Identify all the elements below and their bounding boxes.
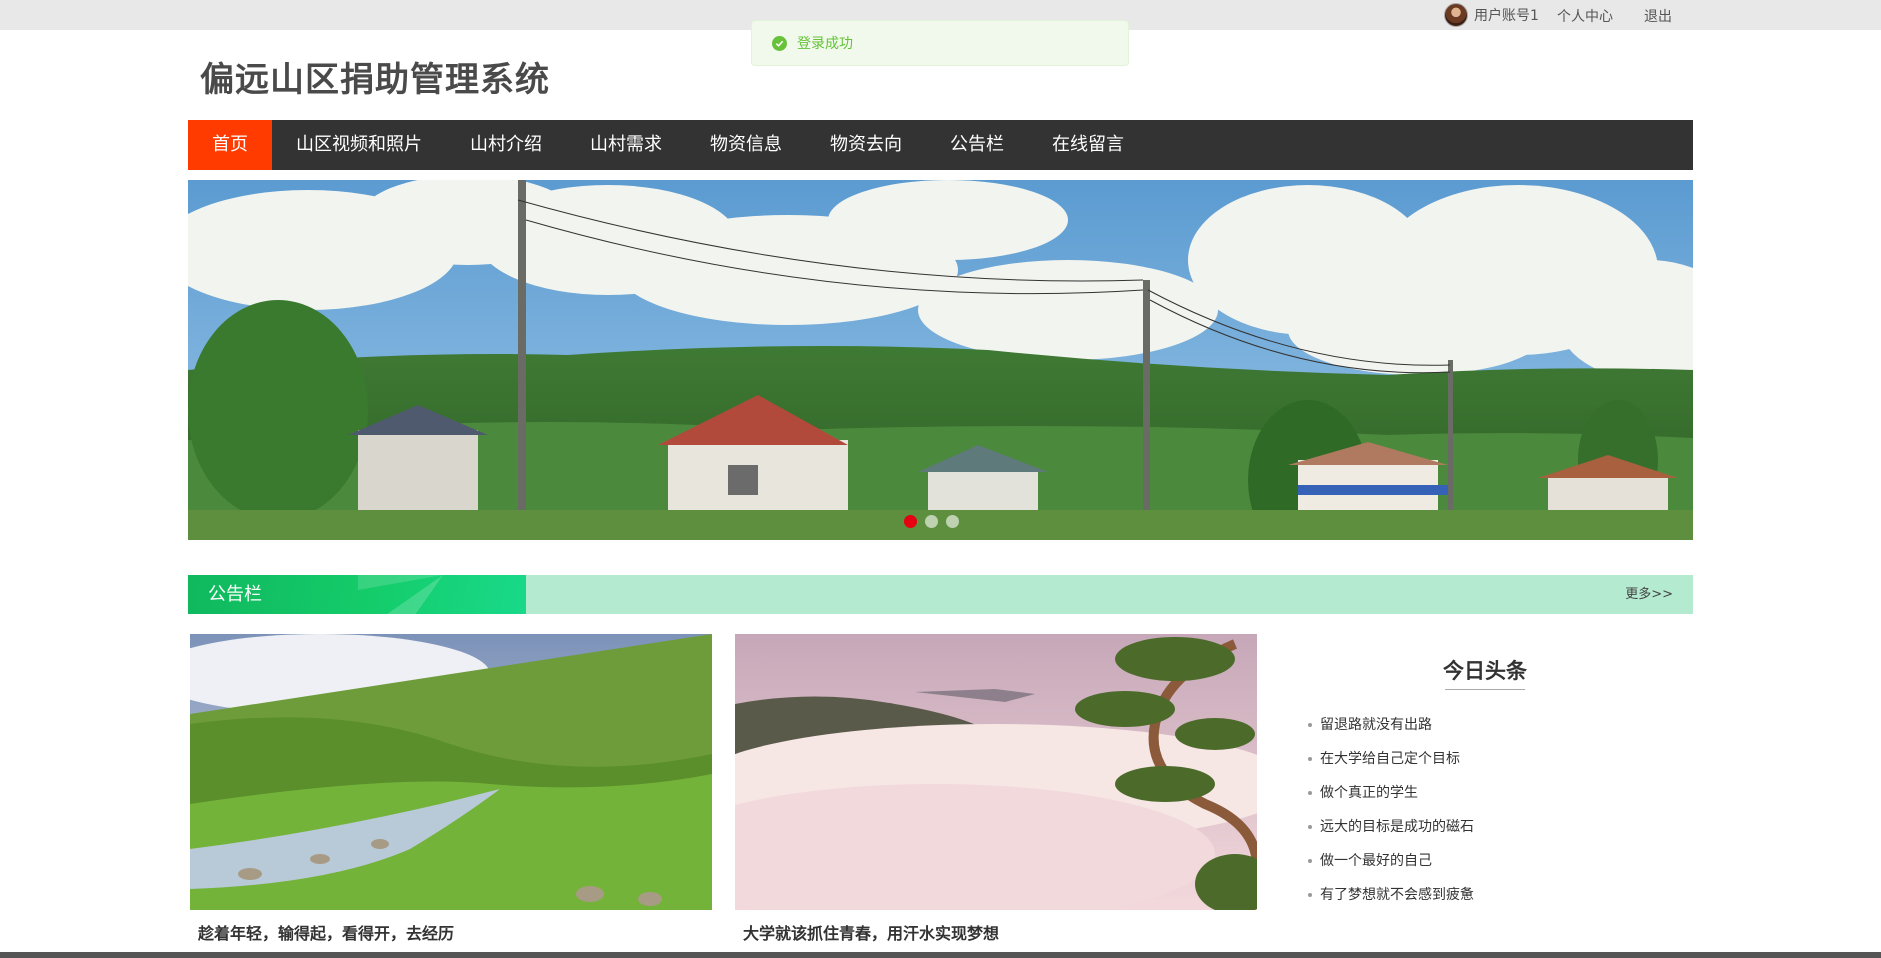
banner-village-image [188, 180, 1693, 540]
site-title: 偏远山区捐助管理系统 [200, 60, 550, 100]
nav-item-videos-photos[interactable]: 山区视频和照片 [272, 120, 446, 170]
headlines-panel: 今日头条 留退路就没有出路 在大学给自己定个目标 做个真正的学生 远大的目标是成… [1300, 655, 1680, 912]
check-circle-icon [772, 35, 787, 51]
notice-section-header: 公告栏 更多>> [188, 575, 1693, 614]
notice-head: 公告栏 [188, 575, 526, 614]
carousel-dot-2[interactable] [925, 515, 938, 528]
card-image-pine-clouds [735, 634, 1257, 910]
headline-item[interactable]: 远大的目标是成功的磁石 [1300, 810, 1680, 844]
nav-item-village-intro[interactable]: 山村介绍 [446, 120, 566, 170]
nav-item-supplies[interactable]: 物资信息 [686, 120, 806, 170]
nav-item-home[interactable]: 首页 [188, 120, 272, 170]
carousel-dot-3[interactable] [946, 515, 959, 528]
headline-item[interactable]: 留退路就没有出路 [1300, 708, 1680, 742]
bottom-strip [0, 952, 1881, 958]
news-card[interactable]: 大学就该抓住青春，用汗水实现梦想 [735, 634, 1257, 944]
decorative-rays [358, 575, 526, 614]
carousel-dot-1[interactable] [904, 515, 917, 528]
headlines-title: 今日头条 [1300, 655, 1670, 690]
headline-item[interactable]: 在大学给自己定个目标 [1300, 742, 1680, 776]
profile-link[interactable]: 个人中心 [1557, 6, 1613, 26]
main-nav: 首页 山区视频和照片 山村介绍 山村需求 物资信息 物资去向 公告栏 在线留言 [188, 120, 1693, 170]
avatar [1444, 3, 1468, 27]
headline-item[interactable]: 做一个最好的自己 [1300, 844, 1680, 878]
logout-link[interactable]: 退出 [1644, 6, 1672, 26]
banner-carousel[interactable] [188, 180, 1693, 540]
more-link[interactable]: 更多>> [1625, 575, 1673, 614]
card-image-valley-stream [190, 634, 712, 910]
card-caption[interactable]: 趁着年轻，输得起，看得开，去经历 [190, 920, 712, 944]
nav-item-supply-destination[interactable]: 物资去向 [806, 120, 926, 170]
card-caption[interactable]: 大学就该抓住青春，用汗水实现梦想 [735, 920, 1257, 944]
user-info[interactable]: 用户账号1 [1444, 3, 1539, 27]
headline-item[interactable]: 有了梦想就不会感到疲惫 [1300, 878, 1680, 912]
news-card[interactable]: 趁着年轻，输得起，看得开，去经历 [190, 634, 712, 944]
username: 用户账号1 [1474, 8, 1539, 24]
success-toast: 登录成功 [751, 20, 1129, 66]
title-underline [1445, 689, 1525, 690]
notice-title: 公告栏 [208, 584, 262, 605]
headlines-list: 留退路就没有出路 在大学给自己定个目标 做个真正的学生 远大的目标是成功的磁石 … [1300, 708, 1680, 912]
nav-item-messages[interactable]: 在线留言 [1028, 120, 1148, 170]
nav-item-village-needs[interactable]: 山村需求 [566, 120, 686, 170]
nav-item-notices[interactable]: 公告栏 [926, 120, 1028, 170]
toast-message: 登录成功 [797, 36, 853, 52]
carousel-dots [904, 515, 959, 528]
headlines-title-text: 今日头条 [1443, 659, 1527, 683]
headline-item[interactable]: 做个真正的学生 [1300, 776, 1680, 810]
